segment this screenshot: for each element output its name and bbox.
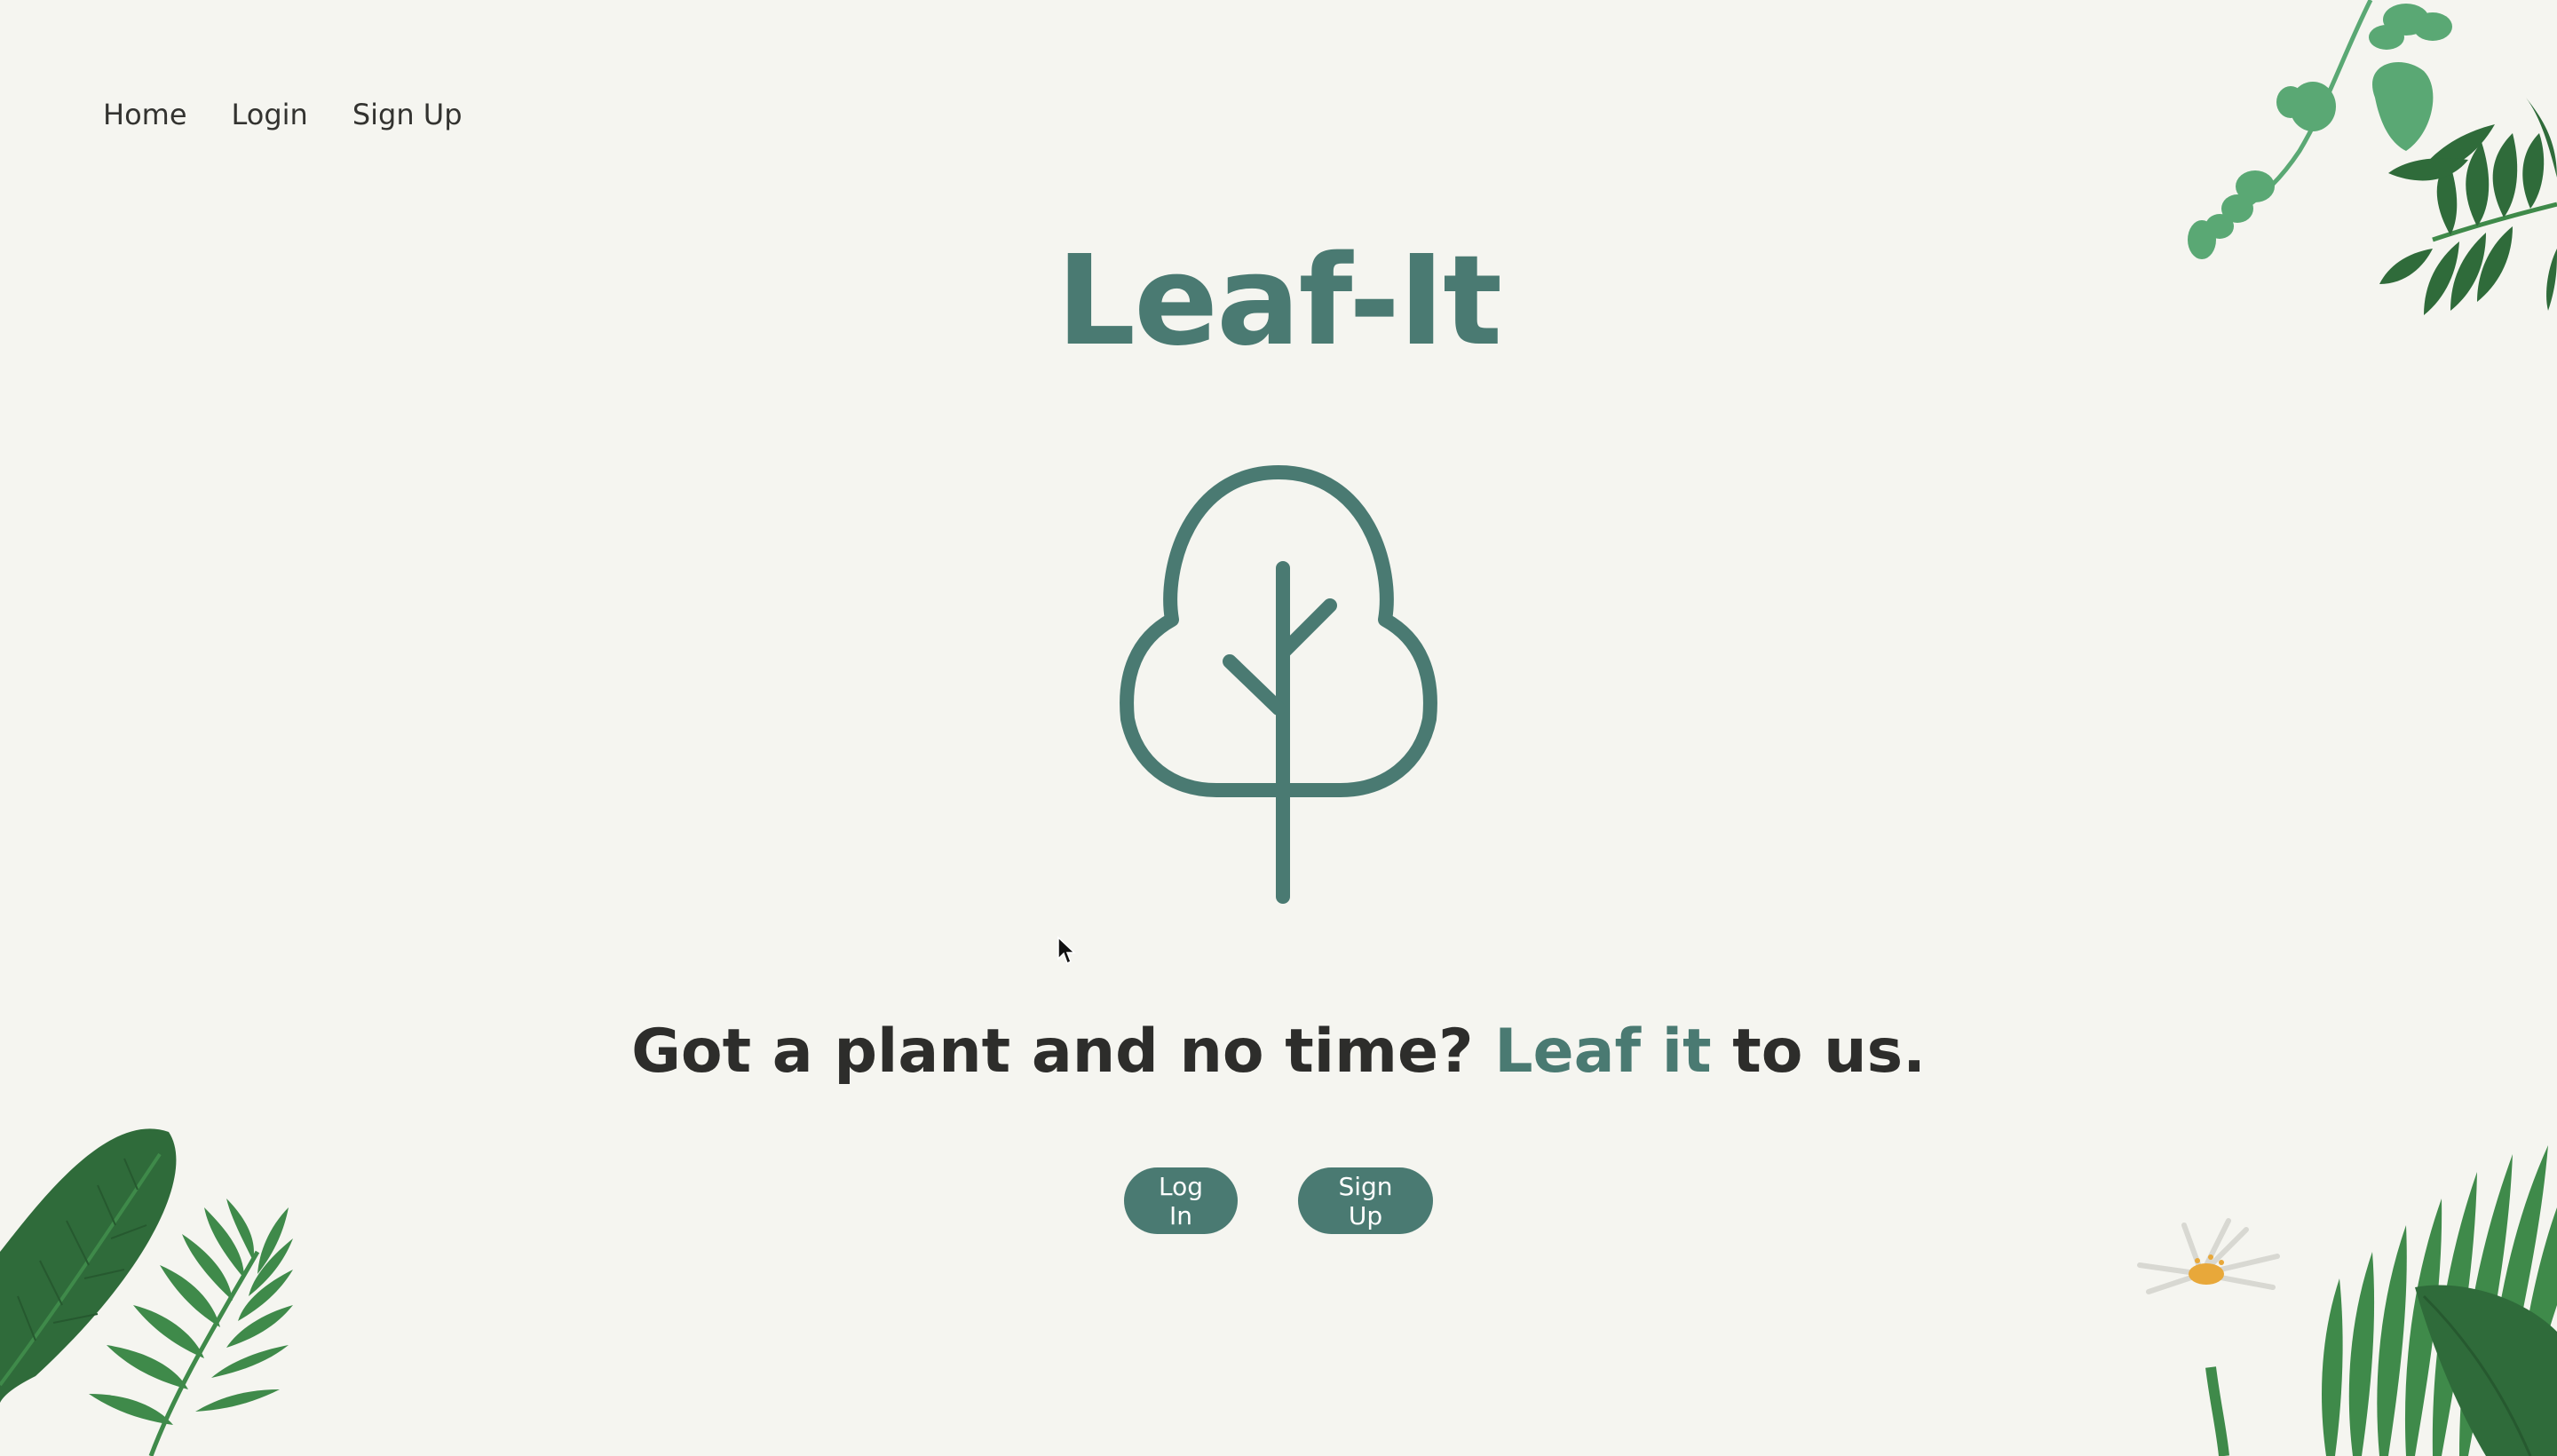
login-button[interactable]: Log In [1124, 1167, 1238, 1234]
tagline-text-end: to us. [1711, 1017, 1926, 1087]
tagline-text-start: Got a plant and no time? [631, 1017, 1495, 1087]
tagline-accent: Leaf it [1494, 1017, 1712, 1087]
nav-home-link[interactable]: Home [103, 98, 187, 131]
signup-button[interactable]: Sign Up [1298, 1167, 1433, 1234]
top-right-plants-decoration [2188, 0, 2557, 315]
landing-page: Home Login Sign Up Leaf-It Got a plant a… [0, 0, 2557, 1456]
nav-signup-link[interactable]: Sign Up [352, 98, 463, 131]
nav-login-link[interactable]: Login [232, 98, 308, 131]
bottom-left-plants-decoration [0, 1128, 293, 1456]
bottom-right-plants-decoration [2137, 1145, 2557, 1456]
tagline: Got a plant and no time? Leaf it to us. [0, 1012, 2557, 1092]
mouse-cursor-icon [1057, 936, 1076, 965]
top-nav: Home Login Sign Up [103, 98, 463, 131]
tree-icon [1120, 465, 1437, 904]
